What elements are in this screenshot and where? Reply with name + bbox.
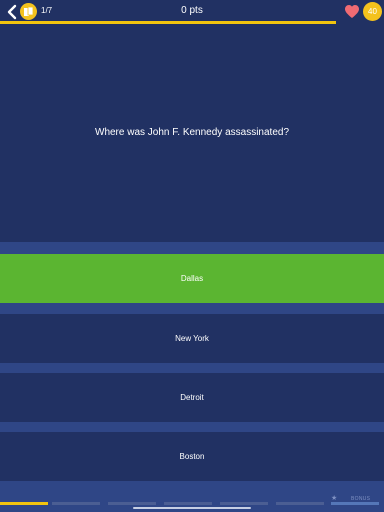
answer-option-3[interactable]: Detroit <box>0 373 384 422</box>
answer-label: Detroit <box>180 393 204 402</box>
progress-segment-4 <box>164 502 212 505</box>
progress-segment-1 <box>0 502 48 505</box>
progress-segment-3 <box>108 502 156 505</box>
coin-count: 40 <box>368 7 377 16</box>
star-icon: ★ <box>331 495 338 502</box>
answer-label: New York <box>175 334 209 343</box>
progress-segment-6 <box>276 502 324 505</box>
answer-label: Boston <box>179 452 205 461</box>
question-text: Where was John F. Kennedy assassinated? <box>95 127 289 138</box>
answer-option-4[interactable]: Boston <box>0 432 384 481</box>
bonus-progress-segment <box>331 502 379 505</box>
heart-icon[interactable] <box>344 4 360 19</box>
points-display: 0 pts <box>181 5 203 16</box>
answer-option-1[interactable]: Dallas <box>0 254 384 303</box>
progress-segment-2 <box>52 502 100 505</box>
answer-label: Dallas <box>180 274 204 283</box>
coin-balance[interactable]: 40 <box>363 2 382 21</box>
question-panel: Where was John F. Kennedy assassinated? <box>0 24 384 242</box>
home-indicator[interactable] <box>133 507 251 509</box>
progress-segment-5 <box>220 502 268 505</box>
answer-option-2[interactable]: New York <box>0 314 384 363</box>
top-bar: 1/7 0 pts 40 <box>0 0 384 24</box>
